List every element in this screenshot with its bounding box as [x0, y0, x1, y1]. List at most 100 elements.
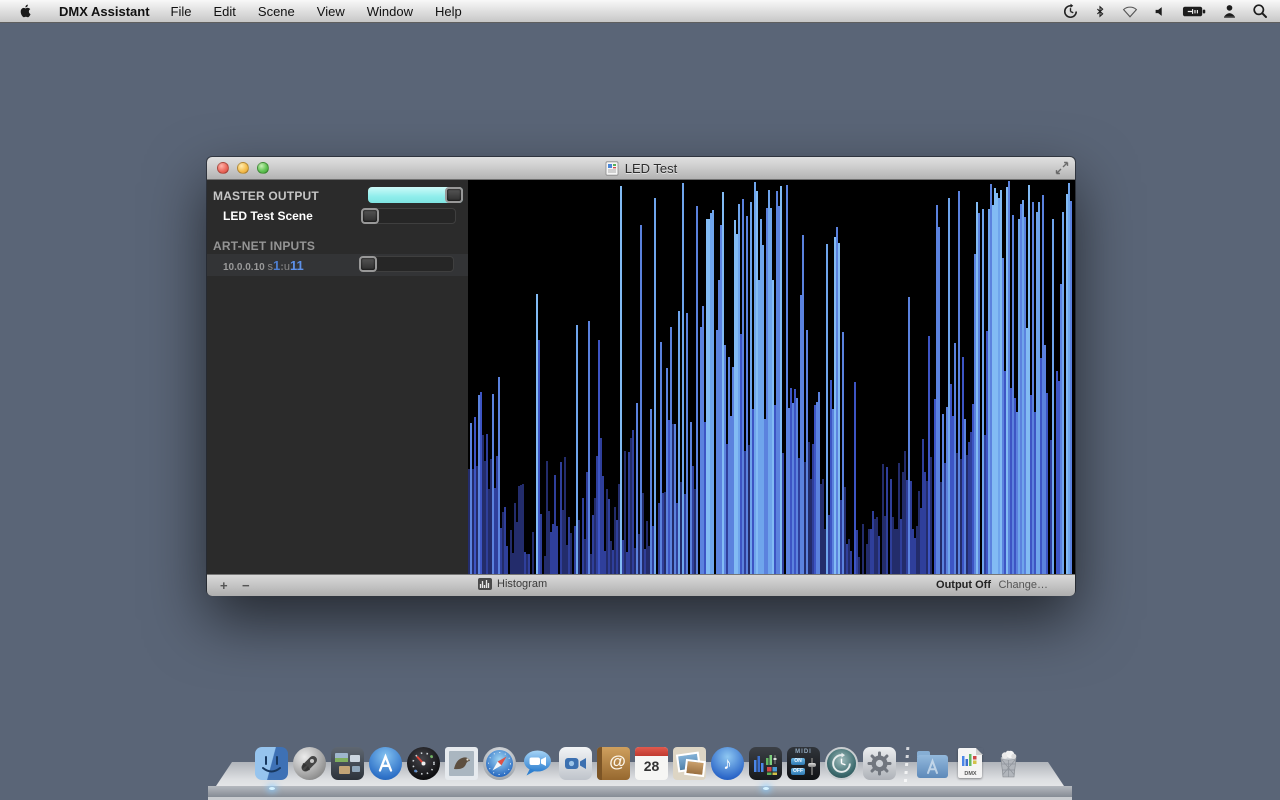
- add-button[interactable]: +: [220, 578, 228, 593]
- histogram-bar: [696, 206, 698, 574]
- dock-item-dmx-document[interactable]: DMX: [954, 747, 987, 780]
- fullscreen-icon[interactable]: [1055, 161, 1069, 175]
- facetime-camera-icon: [559, 747, 592, 780]
- mission-control-icon: [331, 747, 364, 780]
- dock-item-finder[interactable]: [255, 747, 288, 780]
- artnet-input-row[interactable]: 10.0.0.10 s1:u11: [207, 254, 468, 276]
- histogram-bar: [1046, 393, 1048, 574]
- dashboard-gauge-icon: [407, 747, 440, 780]
- dock-item-trash[interactable]: [992, 747, 1025, 780]
- dock-item-safari[interactable]: [483, 747, 516, 780]
- master-output-knob[interactable]: [445, 187, 463, 203]
- safari-compass-icon: [483, 747, 516, 780]
- volume-icon[interactable]: [1154, 4, 1167, 19]
- menu-window[interactable]: Window: [356, 4, 424, 19]
- menu-help[interactable]: Help: [424, 4, 473, 19]
- dock-item-ical[interactable]: 28: [635, 747, 668, 780]
- histogram-bar: [570, 533, 572, 574]
- dock-item-mission-control[interactable]: [331, 747, 364, 780]
- mail-eagle-icon: [445, 747, 478, 780]
- histogram-bar: [858, 557, 860, 574]
- menu-file[interactable]: File: [160, 4, 203, 19]
- scene-slider[interactable]: [361, 208, 456, 224]
- histogram-bar: [686, 313, 688, 574]
- dock-shelf-front: [208, 786, 1072, 797]
- dock-item-address-book[interactable]: @: [597, 747, 630, 780]
- menu-view[interactable]: View: [306, 4, 356, 19]
- minimize-button[interactable]: [237, 162, 249, 174]
- window-toolbar: + − Histogram Output Off Change…: [207, 574, 1075, 596]
- view-mode-label: Histogram: [497, 578, 547, 590]
- histogram-bar: [878, 536, 880, 574]
- document-icon: [605, 161, 619, 176]
- dock-item-applications-folder[interactable]: [916, 747, 949, 780]
- dock-item-facetime[interactable]: [559, 747, 592, 780]
- scene-slider-knob[interactable]: [361, 208, 379, 224]
- dock-item-time-machine[interactable]: [825, 747, 858, 780]
- ical-day: 28: [635, 758, 668, 774]
- address-book-spine: [597, 747, 602, 780]
- histogram-bar: [588, 321, 590, 574]
- wifi-icon[interactable]: [1121, 3, 1139, 19]
- dock-item-midi-controls[interactable]: MIDI ON OFF: [787, 747, 820, 780]
- output-status: Output Off: [936, 579, 991, 591]
- histogram-bar: [1070, 201, 1072, 574]
- menu-app-name[interactable]: DMX Assistant: [49, 4, 160, 19]
- dock-item-system-preferences[interactable]: [863, 747, 896, 780]
- menu-scene[interactable]: Scene: [247, 4, 306, 19]
- midi-on-switch: ON: [791, 758, 805, 765]
- trash-icon: [992, 747, 1025, 780]
- histogram-bar: [556, 526, 558, 574]
- dock-item-ichat[interactable]: [521, 747, 554, 780]
- led-test-window: LED Test MASTER OUTPUT LED Test Scene: [207, 157, 1075, 595]
- menu-edit[interactable]: Edit: [203, 4, 247, 19]
- dock-item-dashboard[interactable]: [407, 747, 440, 780]
- dock-item-itunes[interactable]: ♪: [711, 747, 744, 780]
- artnet-universe: 11: [290, 258, 304, 273]
- bluetooth-icon[interactable]: [1094, 3, 1106, 20]
- dock-item-launchpad[interactable]: [293, 747, 326, 780]
- histogram-bar: [532, 532, 534, 574]
- artnet-input-label: 10.0.0.10 s1:u11: [223, 258, 304, 273]
- title-bar[interactable]: LED Test: [207, 157, 1075, 180]
- ical-header: [635, 747, 668, 756]
- midi-off-switch: OFF: [791, 768, 805, 775]
- dock-item-photo-booth[interactable]: [673, 747, 706, 780]
- dock-item-dmx-assistant[interactable]: [749, 747, 782, 780]
- remove-button[interactable]: −: [242, 578, 250, 593]
- histogram-bar: [620, 186, 622, 574]
- histogram-icon: [478, 578, 492, 590]
- window-title: LED Test: [625, 161, 678, 176]
- histogram-bar: [886, 467, 888, 574]
- artnet-slider-knob[interactable]: [359, 256, 377, 272]
- spotlight-icon[interactable]: [1252, 3, 1268, 19]
- dock-item-app-store[interactable]: [369, 747, 402, 780]
- scene-label: LED Test Scene: [223, 209, 313, 223]
- apple-menu[interactable]: [18, 3, 33, 19]
- gear-icon: [863, 747, 896, 780]
- histogram-bar: [978, 213, 980, 574]
- change-button[interactable]: Change…: [998, 579, 1048, 591]
- address-book-at-glyph: @: [605, 752, 630, 772]
- histogram-canvas: [468, 180, 1075, 574]
- dock-item-mail[interactable]: [445, 747, 478, 780]
- close-button[interactable]: [217, 162, 229, 174]
- dock-separator: [901, 747, 911, 780]
- artnet-slider[interactable]: [359, 256, 454, 272]
- dmx-document-label: DMX: [954, 771, 987, 777]
- dmx-assistant-icon: [749, 747, 782, 780]
- user-icon[interactable]: [1222, 3, 1237, 19]
- midi-label: MIDI: [787, 749, 820, 755]
- sidebar: MASTER OUTPUT LED Test Scene ART-NET INP…: [207, 180, 468, 574]
- histogram-bar: [528, 554, 530, 574]
- histogram-bar: [578, 520, 580, 574]
- artnet-ip: 10.0.0.10: [223, 262, 265, 273]
- battery-icon[interactable]: [1182, 4, 1207, 19]
- time-machine-icon[interactable]: [1062, 3, 1079, 20]
- histogram-bar: [712, 210, 714, 574]
- dock: @ 28 ♪: [0, 730, 1280, 800]
- view-mode-control[interactable]: Histogram: [478, 578, 547, 590]
- zoom-button[interactable]: [257, 162, 269, 174]
- master-output-slider[interactable]: [368, 187, 463, 203]
- histogram-bar: [782, 453, 784, 574]
